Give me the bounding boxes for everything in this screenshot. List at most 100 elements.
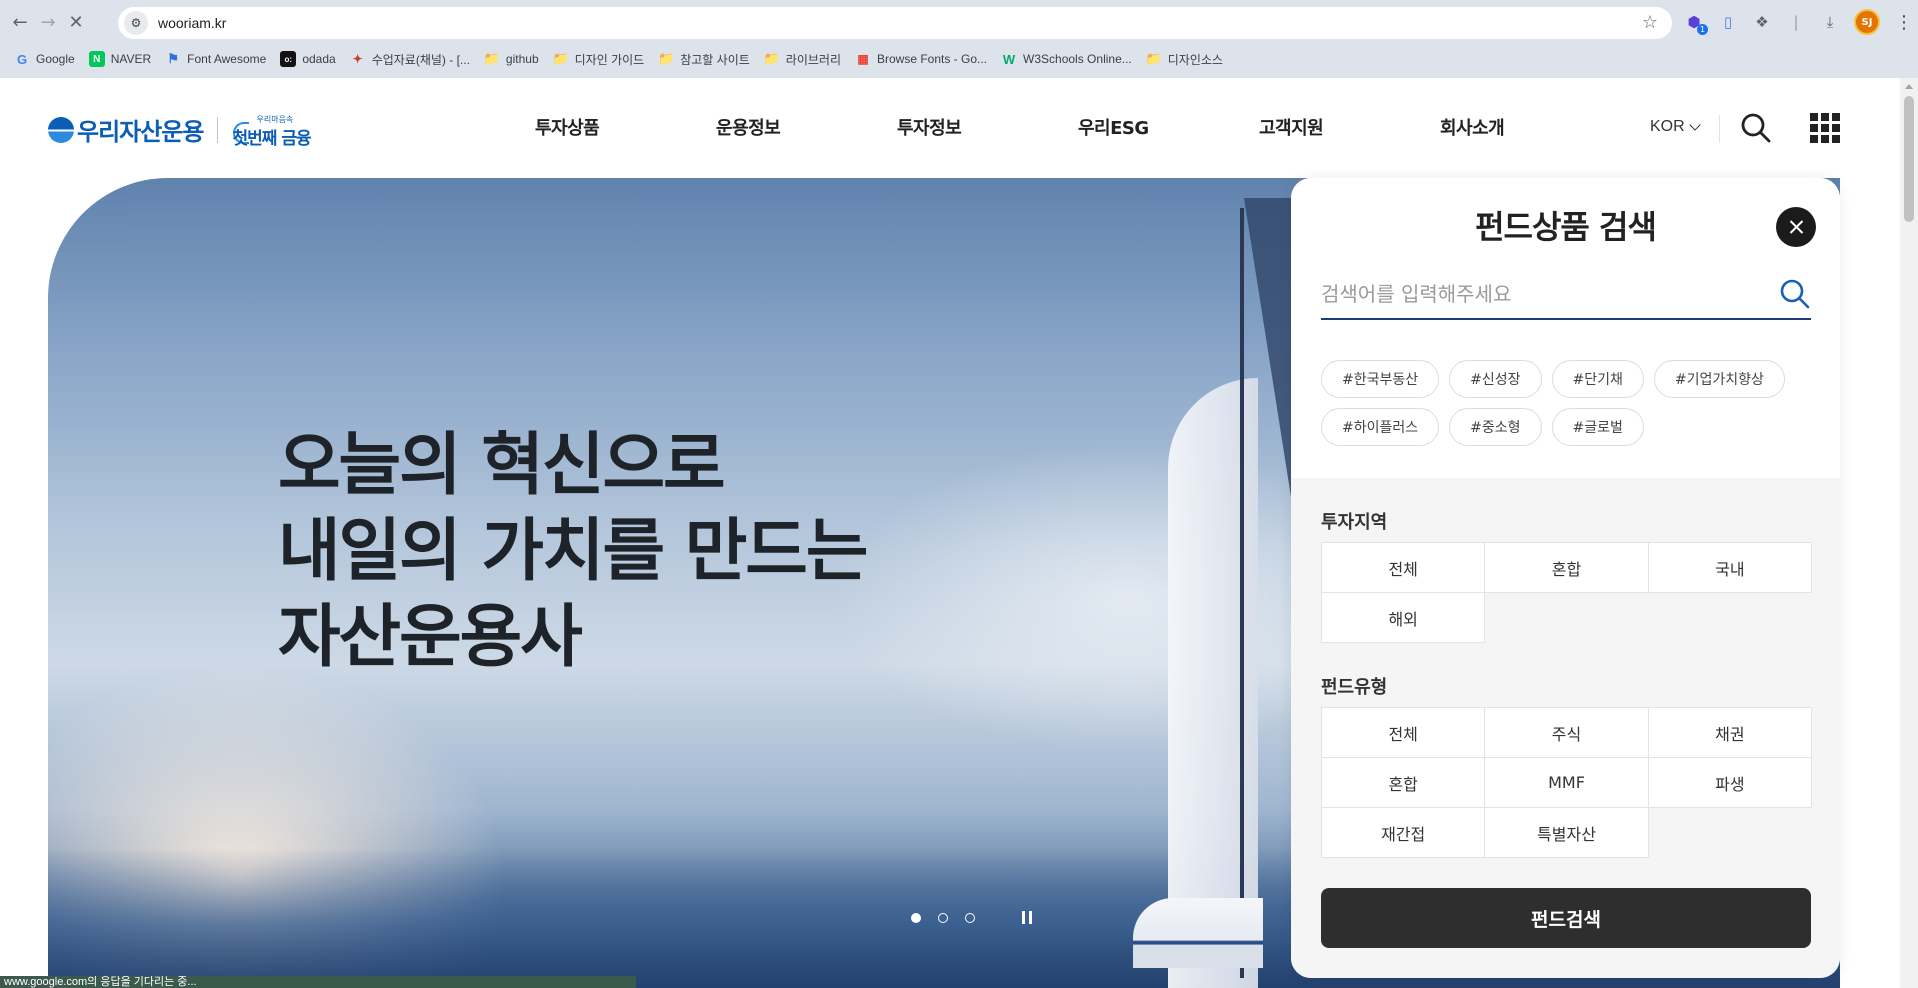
hashtag-chip[interactable]: #하이플러스 — [1321, 408, 1440, 446]
bookmark-google-fonts[interactable]: ▦ Browse Fonts - Go... — [849, 46, 995, 72]
region-option-domestic[interactable]: 국내 — [1648, 543, 1812, 593]
pause-icon[interactable] — [1022, 911, 1032, 924]
type-option-fund-of-funds[interactable]: 재간접 — [1322, 808, 1486, 858]
logo-slogan: 우리마음속 첫번째 금융 — [232, 114, 311, 149]
nav-fund-info[interactable]: 운용정보 — [716, 114, 897, 140]
region-option-mixed[interactable]: 혼합 — [1485, 543, 1649, 593]
logo-divider — [217, 116, 219, 143]
folder-icon: 📁 — [552, 51, 569, 66]
fund-search-input[interactable] — [1321, 274, 1761, 314]
hashtag-chip[interactable]: #기업가치향상 — [1653, 360, 1785, 398]
bookmarks-bar: G Google N NAVER ⚑ Font Awesome o: odada ✦ 수업… — [0, 40, 1918, 78]
bookmark-naver[interactable]: N NAVER — [83, 46, 159, 72]
bookmark-github[interactable]: 📁 github — [478, 46, 547, 72]
type-option-stock[interactable]: 주식 — [1485, 708, 1649, 758]
site-header: 우리자산운용 우리마음속 첫번째 금융 투자상품 운용정보 투자정보 우리ESG… — [0, 78, 1900, 178]
slide-dot[interactable] — [965, 912, 975, 923]
bookmark-class-material[interactable]: ✦ 수업자료(채널) - [... — [344, 46, 478, 72]
fund-search-field — [1321, 270, 1811, 320]
folder-icon: 📁 — [658, 51, 675, 66]
bookmark-star-icon[interactable]: ☆ — [1642, 12, 1658, 33]
slide-dot[interactable] — [938, 912, 948, 923]
type-option-all[interactable]: 전체 — [1322, 708, 1486, 758]
region-option-overseas[interactable]: 해외 — [1322, 593, 1486, 643]
address-bar[interactable]: ⚙ wooriam.kr ☆ — [118, 7, 1672, 39]
toolbar-divider: | — [1793, 13, 1799, 31]
site-logo[interactable]: 우리자산운용 우리마음속 첫번째 금융 — [48, 112, 328, 149]
logo-text: 우리자산운용 — [77, 118, 204, 146]
bookmark-library[interactable]: 📁 라이브러리 — [758, 46, 849, 72]
hashtag-chip[interactable]: #중소형 — [1449, 408, 1542, 446]
status-bar: www.google.com의 응답을 기다리는 중... — [0, 976, 636, 988]
nav-woori-esg[interactable]: 우리ESG — [1078, 114, 1259, 140]
google-fonts-icon: ▦ — [857, 52, 869, 66]
region-options: 전체 혼합 국내 해외 — [1321, 542, 1812, 643]
bookmark-design-source[interactable]: 📁 디자인소스 — [1140, 46, 1231, 72]
profile-avatar[interactable]: SJ — [1854, 9, 1880, 35]
bookmark-odada[interactable]: o: odada — [274, 46, 343, 72]
hashtag-chip[interactable]: #신성장 — [1449, 360, 1542, 398]
scroll-thumb[interactable] — [1904, 96, 1914, 222]
extension-icon[interactable]: ⬢ — [1684, 12, 1708, 35]
flag-icon: ⚑ — [167, 51, 179, 66]
search-icon[interactable] — [1779, 278, 1811, 310]
page-viewport: 우리자산운용 우리마음속 첫번째 금융 투자상품 운용정보 투자정보 우리ESG… — [0, 78, 1918, 988]
nav-customer-support[interactable]: 고객지원 — [1259, 114, 1440, 140]
language-label: KOR — [1650, 118, 1685, 135]
browser-toolbar: ← → ✕ ⚙ wooriam.kr ☆ ⬢ ▯ ❖ | ⤓ SJ ⋮ — [0, 4, 1918, 40]
woori-logo-icon — [48, 116, 74, 143]
hashtag-chip[interactable]: #글로벌 — [1551, 408, 1644, 446]
stop-loading-icon[interactable]: ✕ — [62, 8, 90, 36]
bookmark-reference-sites[interactable]: 📁 참고할 사이트 — [652, 46, 758, 72]
nav-investment-info[interactable]: 투자정보 — [897, 114, 1078, 140]
page-scrollbar[interactable] — [1900, 78, 1918, 988]
hashtag-chip[interactable]: #단기채 — [1551, 360, 1644, 398]
fund-type-title: 펀드유형 — [1321, 677, 1388, 698]
hashtag-list: #한국부동산 #신성장 #단기채 #기업가치향상 #하이플러스 #중소형 #글로… — [1321, 360, 1821, 446]
bookmark-google[interactable]: G Google — [8, 46, 83, 72]
odada-icon: o: — [280, 51, 297, 67]
folder-icon: 📁 — [763, 51, 780, 66]
all-menu-icon[interactable] — [1810, 113, 1840, 143]
bookmark-font-awesome[interactable]: ⚑ Font Awesome — [159, 46, 274, 72]
sailboat-hull — [1133, 898, 1263, 968]
fund-search-button[interactable]: 펀드검색 — [1321, 888, 1811, 948]
forward-icon[interactable]: → — [34, 8, 62, 36]
folder-icon: 📁 — [1145, 51, 1162, 66]
extensions-area: ⬢ ▯ ❖ | ⤓ SJ ⋮ — [1684, 6, 1914, 38]
search-icon[interactable] — [1740, 112, 1772, 144]
slide-dot[interactable] — [911, 912, 921, 923]
site-info-icon[interactable]: ⚙ — [124, 11, 148, 35]
folder-icon: 📁 — [483, 51, 501, 66]
puzzle-icon[interactable]: ❖ — [1752, 12, 1772, 32]
type-option-mmf[interactable]: MMF — [1485, 758, 1649, 808]
google-icon: G — [16, 51, 28, 67]
address-url[interactable]: wooriam.kr — [158, 15, 226, 31]
language-select[interactable]: KOR — [1650, 118, 1701, 136]
type-option-derivative[interactable]: 파생 — [1648, 758, 1812, 808]
type-option-mixed[interactable]: 혼합 — [1322, 758, 1486, 808]
type-option-special-asset[interactable]: 특별자산 — [1485, 808, 1649, 858]
class-icon: ✦ — [352, 52, 363, 66]
hashtag-chip[interactable]: #한국부동산 — [1321, 360, 1440, 398]
fund-type-options: 전체 주식 채권 혼합 MMF 파생 재간접 특별자산 — [1321, 707, 1812, 858]
header-divider — [1719, 115, 1720, 143]
naver-icon: N — [88, 51, 105, 67]
extension-icon[interactable]: ▯ — [1718, 12, 1738, 32]
nav-about[interactable]: 회사소개 — [1440, 114, 1621, 140]
region-title: 투자지역 — [1321, 512, 1388, 533]
download-icon[interactable]: ⤓ — [1820, 12, 1840, 32]
scroll-up-icon[interactable] — [1905, 84, 1913, 89]
region-option-all[interactable]: 전체 — [1322, 543, 1486, 593]
bookmark-design-guide[interactable]: 📁 디자인 가이드 — [547, 46, 653, 72]
main-nav: 투자상품 운용정보 투자정보 우리ESG 고객지원 회사소개 — [535, 114, 1621, 140]
bookmark-w3schools[interactable]: W W3Schools Online... — [995, 46, 1140, 72]
slide-pagination — [911, 911, 1032, 924]
nav-investment-products[interactable]: 투자상품 — [535, 114, 716, 140]
hero-headline: 오늘의 혁신으로 내일의 가치를 만드는 자산운용사 — [278, 426, 868, 677]
back-icon[interactable]: ← — [6, 8, 34, 36]
close-button[interactable] — [1776, 207, 1816, 247]
type-option-bond[interactable]: 채권 — [1648, 708, 1812, 758]
menu-kebab-icon[interactable]: ⋮ — [1894, 12, 1914, 33]
sailboat-mast — [1240, 208, 1244, 978]
